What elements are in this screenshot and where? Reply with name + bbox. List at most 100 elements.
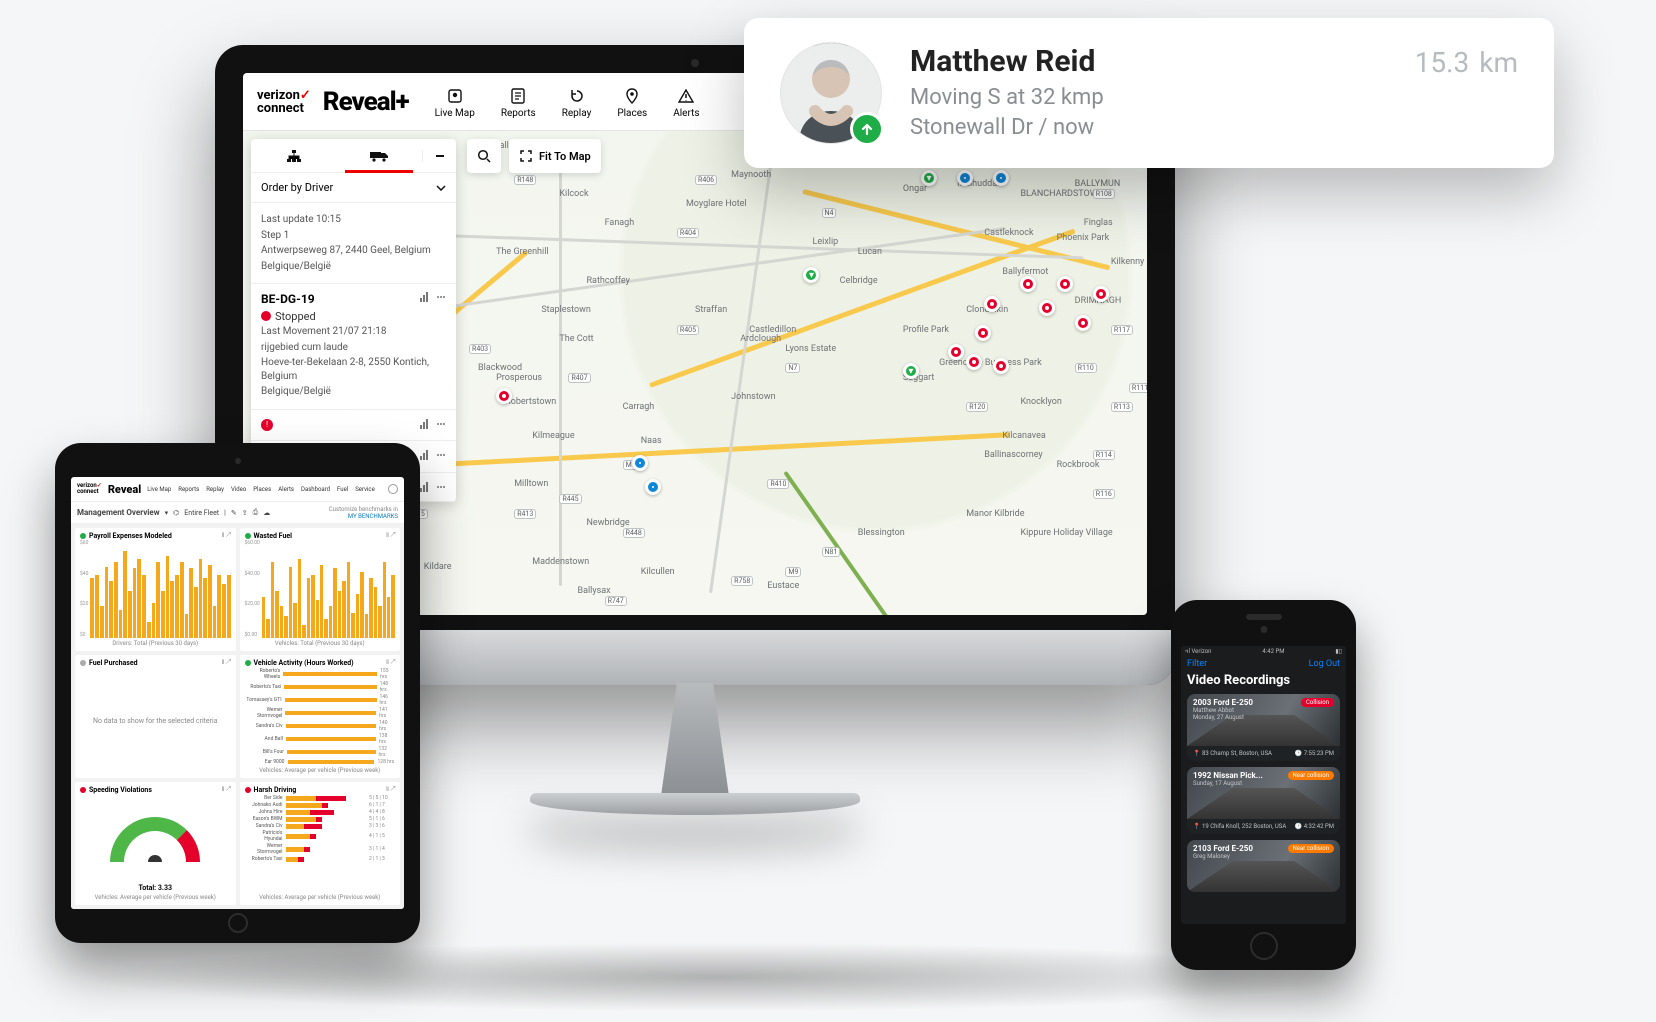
vehicle-entry[interactable]: BE-DG-19 Stopped Last Movement 21/07 21:… bbox=[251, 284, 456, 410]
card-speeding[interactable]: Speeding Violations⫴ ↗ Total: 3.33 Vehic… bbox=[75, 782, 236, 905]
map-pin-stopped[interactable] bbox=[984, 296, 1000, 312]
map-route-shield: R407 bbox=[568, 373, 590, 383]
card-harsh-driving[interactable]: Harsh Driving⫴ ↗ Ber Side5 | 5 | 10Johna… bbox=[240, 782, 401, 905]
ipad-nav-item[interactable]: Live Map bbox=[147, 486, 171, 493]
ipad-nav-item[interactable]: Reports bbox=[178, 486, 199, 493]
nav-alerts[interactable]: Alerts bbox=[673, 85, 699, 119]
map-town-label: BALLYMUN bbox=[1075, 179, 1121, 189]
order-by-dropdown[interactable]: Order by Driver bbox=[251, 173, 456, 203]
vehicle-entry-prev[interactable]: Last update 10:15 Step 1 Antwerpseweg 87… bbox=[251, 203, 456, 284]
ipad-nav: Live Map Reports Replay Video Places Alerts Da… bbox=[147, 486, 382, 493]
map-route-shield: R404 bbox=[677, 228, 699, 238]
map-pin-stopped[interactable] bbox=[1093, 286, 1109, 302]
last-movement: Last Movement 21/07 21:18 bbox=[261, 325, 446, 339]
card-icons[interactable]: ⫴ ↗ bbox=[222, 786, 231, 794]
vehicle-row-collapsed[interactable]: ! bbox=[251, 410, 456, 441]
status-dot bbox=[80, 533, 86, 539]
bars-icon[interactable] bbox=[420, 450, 430, 460]
map-pin-stopped[interactable] bbox=[1020, 276, 1036, 292]
driver-location: Stonewall Dr / now bbox=[910, 113, 1387, 143]
iphone-home-button[interactable] bbox=[1250, 932, 1278, 960]
map-pin-moving[interactable] bbox=[921, 170, 937, 186]
card-icons[interactable]: ⫴ ↗ bbox=[386, 659, 395, 667]
verizon-connect-logo: verizon✓ connect bbox=[257, 89, 311, 115]
nav-live-map[interactable]: Live Map bbox=[435, 85, 475, 119]
verizon-connect-logo: verizon✓connect bbox=[77, 483, 102, 495]
benchmarks-link[interactable]: Customize benchmarks inMY BENCHMARKS bbox=[329, 506, 398, 520]
sidebar-collapse[interactable] bbox=[422, 150, 456, 162]
more-icon[interactable] bbox=[436, 419, 446, 429]
recording-item[interactable]: 1992 Nissan Pick...Sunday, 17 August Nea… bbox=[1187, 767, 1340, 834]
map-pin-stopped[interactable] bbox=[966, 354, 982, 370]
print-icon[interactable]: ⎙ bbox=[253, 508, 259, 517]
bars-icon[interactable] bbox=[420, 292, 430, 302]
fleet-label[interactable]: Entire Fleet bbox=[184, 509, 219, 517]
ipad-nav-item[interactable]: Dashboard bbox=[301, 486, 330, 493]
card-icons[interactable]: ⫴ ↗ bbox=[386, 786, 395, 794]
more-icon[interactable] bbox=[436, 292, 446, 302]
map-town-label: Ballysax bbox=[577, 586, 610, 596]
driver-popup[interactable]: Matthew Reid Moving S at 32 kmp Stonewal… bbox=[744, 18, 1554, 168]
vehicle-name: BE-DG-19 bbox=[261, 292, 315, 306]
nav-reports[interactable]: Reports bbox=[501, 85, 536, 119]
card-payroll[interactable]: Payroll Expenses Modeled⫴ ↗ $60$40$20$0 … bbox=[75, 528, 236, 651]
tree-icon[interactable]: ⌬ bbox=[173, 509, 179, 517]
map-pin-stopped[interactable] bbox=[1075, 315, 1091, 331]
map-route-shield: R113 bbox=[1111, 402, 1133, 412]
logout-button[interactable]: Log Out bbox=[1309, 659, 1340, 669]
edit-icon[interactable]: ✎ bbox=[231, 509, 237, 517]
map-route-shield: R110 bbox=[1075, 363, 1097, 373]
nav-replay[interactable]: Replay bbox=[562, 85, 592, 119]
map-pin-info[interactable] bbox=[993, 170, 1009, 186]
alerts-icon bbox=[677, 87, 695, 105]
fit-to-map-button[interactable]: Fit To Map bbox=[509, 139, 601, 173]
dropdown-icon[interactable]: ▾ bbox=[165, 509, 169, 517]
map-pin-info[interactable] bbox=[957, 170, 973, 186]
sidebar-tab-tree[interactable] bbox=[251, 139, 337, 172]
card-icons[interactable]: ⫴ ↗ bbox=[222, 659, 231, 667]
card-title: Fuel Purchased bbox=[89, 659, 138, 667]
ipad-nav-item[interactable]: Service bbox=[355, 486, 375, 493]
search-button[interactable] bbox=[467, 139, 501, 173]
phone-time: 4:42 PM bbox=[1262, 648, 1284, 655]
card-icons[interactable]: ⫴ ↗ bbox=[386, 532, 395, 540]
iphone-device: •ıl Verizon 4:42 PM ▮▯ Filter Log Out Vi… bbox=[1171, 600, 1356, 970]
map-town-label: Phoenix Park bbox=[1057, 233, 1110, 243]
nav-places[interactable]: Places bbox=[617, 85, 647, 119]
card-fuel-purchased[interactable]: Fuel Purchased⫴ ↗ No data to show for th… bbox=[75, 655, 236, 778]
user-avatar-icon[interactable] bbox=[388, 484, 398, 494]
map-route-shield: R114 bbox=[1093, 450, 1115, 460]
card-wasted-fuel[interactable]: Wasted Fuel⫴ ↗ $60.00$40.00$20.00$0.00 V… bbox=[240, 528, 401, 651]
ipad-nav-item[interactable]: Alerts bbox=[278, 486, 294, 493]
map-pin-stopped[interactable] bbox=[1039, 300, 1055, 316]
share-icon[interactable]: ⇪ bbox=[242, 509, 248, 517]
recording-item[interactable]: 2003 Ford E-250Matthew AbbotMonday, 27 A… bbox=[1187, 694, 1340, 761]
map-pin-stopped[interactable] bbox=[1057, 276, 1073, 292]
chart-bars bbox=[262, 543, 395, 638]
card-vehicle-activity[interactable]: Vehicle Activity (Hours Worked)⫴ ↗ Rober… bbox=[240, 655, 401, 778]
bars-icon[interactable] bbox=[420, 482, 430, 492]
map-route-shield: N7 bbox=[785, 363, 800, 373]
ipad-nav-item[interactable]: Places bbox=[253, 486, 271, 493]
map-pin-stopped[interactable] bbox=[948, 344, 964, 360]
map-pin-info[interactable] bbox=[632, 455, 648, 471]
ipad-home-button[interactable] bbox=[228, 913, 248, 933]
map-pin-moving[interactable] bbox=[803, 267, 819, 283]
filter-button[interactable]: Filter bbox=[1187, 659, 1207, 669]
map-pin-info[interactable] bbox=[645, 479, 661, 495]
more-icon[interactable] bbox=[436, 482, 446, 492]
map-pin-stopped[interactable] bbox=[993, 358, 1009, 374]
sidebar-tab-vehicles[interactable] bbox=[337, 139, 423, 172]
nav-label: Live Map bbox=[435, 108, 475, 119]
map-pin-stopped[interactable] bbox=[496, 388, 512, 404]
map-pin-stopped[interactable] bbox=[975, 325, 991, 341]
more-icon[interactable] bbox=[436, 450, 446, 460]
cloud-icon[interactable]: ☁ bbox=[263, 509, 270, 517]
card-icons[interactable]: ⫴ ↗ bbox=[222, 532, 231, 540]
ipad-nav-item[interactable]: Replay bbox=[206, 486, 224, 493]
ipad-nav-item[interactable]: Fuel bbox=[337, 486, 348, 493]
recording-item[interactable]: 2103 Ford E-250Greg Maloney Near collisi… bbox=[1187, 840, 1340, 892]
bars-icon[interactable] bbox=[420, 419, 430, 429]
ipad-nav-item[interactable]: Video bbox=[231, 486, 246, 493]
driver-name: Matthew Reid bbox=[910, 44, 1387, 79]
